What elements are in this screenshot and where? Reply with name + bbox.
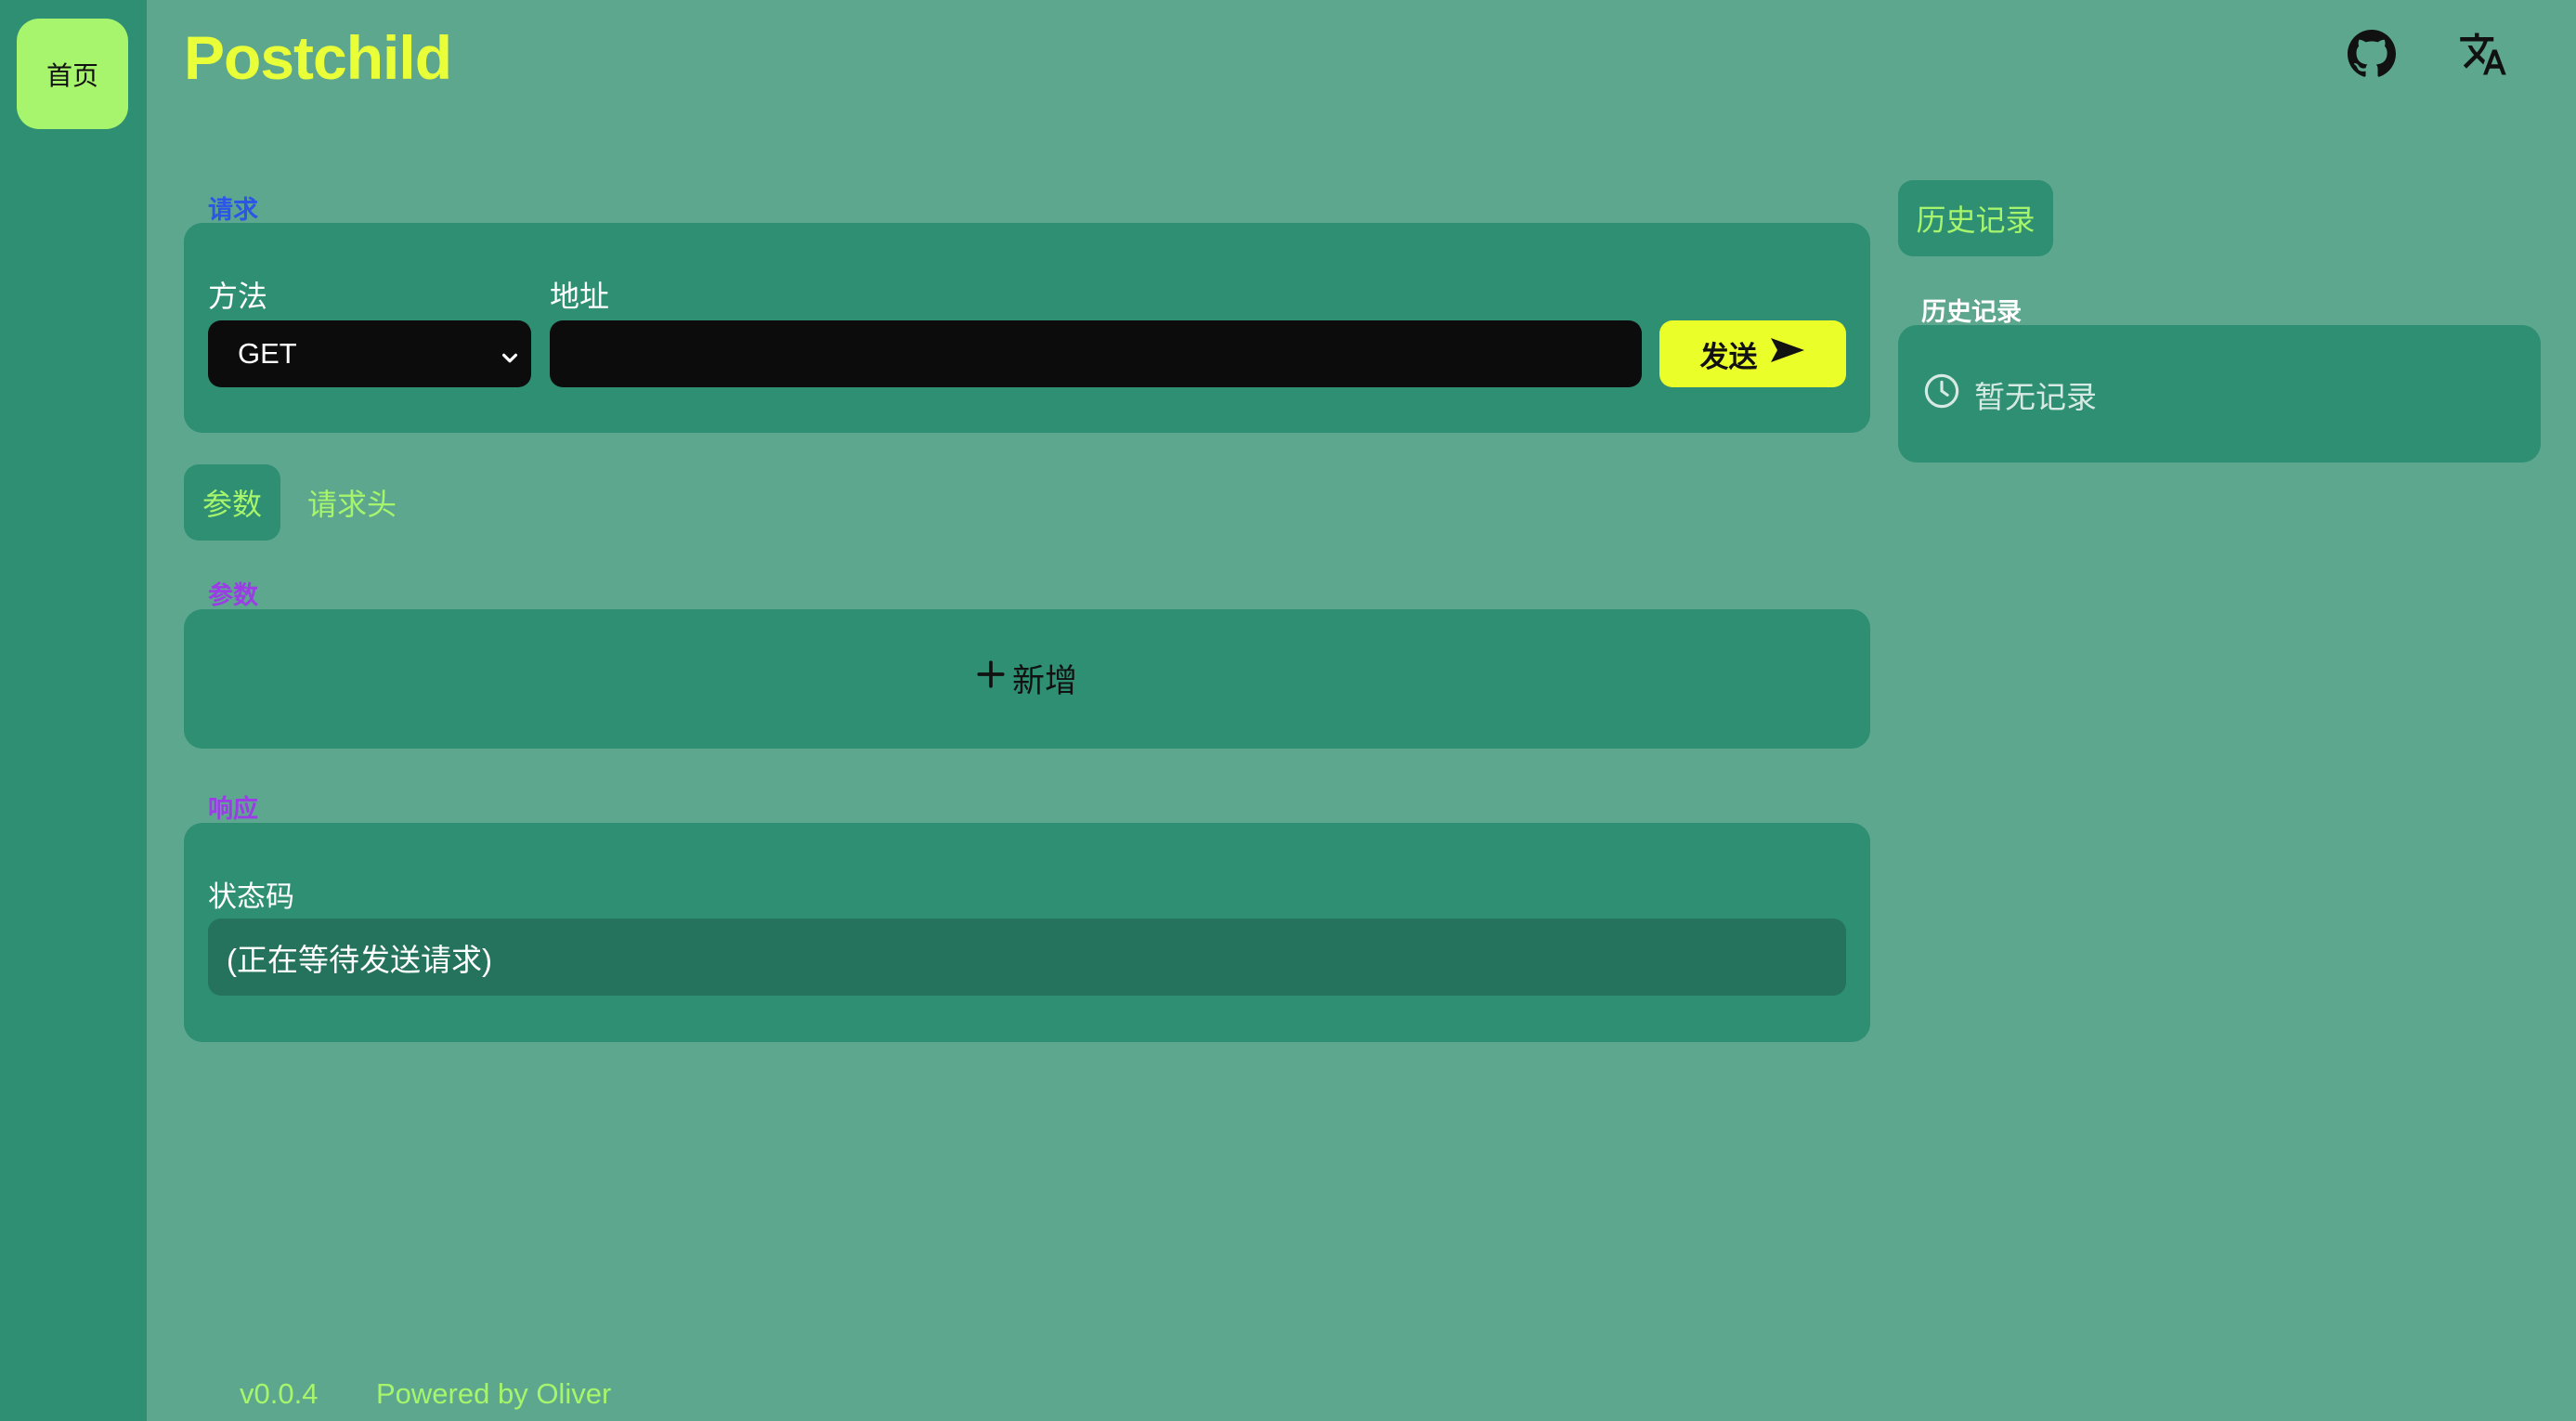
url-label: 地址 [550,280,610,313]
request-section-label: 请求 [208,196,258,224]
add-param-button[interactable]: 新增 [975,650,1077,706]
send-button-label: 发送 [1699,340,1758,373]
sidebar: 首页 [0,0,147,1421]
method-select-value: GET [238,337,297,370]
url-input[interactable] [550,320,1642,387]
version-text: v0.0.4 [240,1377,319,1410]
clock-icon [1922,372,1961,418]
home-nav-button[interactable]: 首页 [17,19,128,129]
history-toggle-button[interactable]: 历史记录 [1898,180,2053,256]
response-section-label: 响应 [208,795,258,823]
status-code-label: 状态码 [208,880,294,913]
status-code-value: (正在等待发送请求) [208,919,1846,996]
send-icon [1769,336,1806,372]
chevron-down-icon [500,343,520,376]
params-section-label: 参数 [208,581,258,609]
app-title: Postchild [184,23,452,92]
tab-params[interactable]: 参数 [184,464,280,541]
history-empty-row: 暂无记录 [1922,372,2097,418]
history-empty-text: 暂无记录 [1974,380,2097,414]
add-param-label: 新增 [1012,662,1078,699]
translate-icon[interactable] [2457,28,2509,80]
github-icon[interactable] [2346,28,2398,80]
powered-by-link[interactable]: Powered by Oliver [376,1377,611,1411]
method-select[interactable]: GET [208,320,531,387]
send-button[interactable]: 发送 [1659,320,1846,387]
method-label: 方法 [208,280,268,313]
plus-icon [975,658,1007,698]
tab-headers[interactable]: 请求头 [299,464,405,541]
history-section-label: 历史记录 [1921,298,2022,326]
